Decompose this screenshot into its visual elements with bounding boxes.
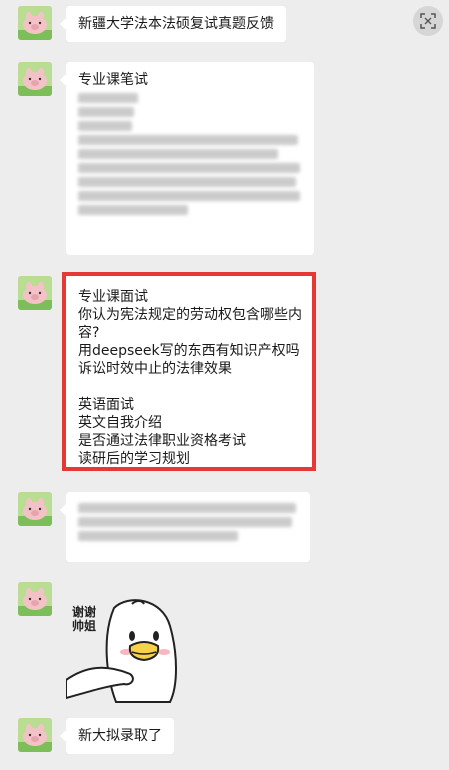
duck-sticker[interactable]: 谢谢 帅姐 (65, 596, 190, 704)
highlighted-message-bubble[interactable]: 专业课面试 你认为宪法规定的劳动权包含哪些内 容? 用deepseek写的东西有… (62, 272, 316, 471)
blurred-content (78, 93, 302, 215)
message-line: 专业课面试 (78, 289, 148, 305)
message-title: 专业课笔试 (78, 72, 148, 88)
message-line: 容? (78, 325, 100, 341)
message-bubble[interactable] (60, 492, 310, 562)
scan-icon (420, 13, 436, 29)
message-line: 是否通过法律职业资格考试 (78, 433, 246, 449)
avatar[interactable] (18, 6, 52, 40)
pig-avatar-icon (18, 718, 52, 752)
avatar[interactable] (18, 582, 52, 616)
message-line: 用deepseek写的东西有知识产权吗 (78, 343, 300, 359)
message-bubble[interactable]: 新疆大学法本法硕复试真题反馈 (60, 6, 286, 42)
avatar[interactable] (18, 492, 52, 526)
message-line: 你认为宪法规定的劳动权包含哪些内 (78, 307, 302, 323)
pig-avatar-icon (18, 62, 52, 96)
scan-button[interactable] (413, 6, 443, 36)
pig-avatar-icon (18, 276, 52, 310)
sticker-text: 谢谢 (72, 604, 96, 619)
pig-avatar-icon (18, 492, 52, 526)
message-line: 诉讼时效中止的法律效果 (78, 361, 232, 377)
avatar[interactable] (18, 276, 52, 310)
pig-avatar-icon (18, 6, 52, 40)
message-text: 新疆大学法本法硕复试真题反馈 (78, 16, 274, 32)
message-text: 新大拟录取了 (78, 728, 162, 744)
duck-sticker-image: 谢谢 帅姐 (65, 599, 177, 703)
blurred-content (78, 503, 298, 541)
message-line: 英文自我介绍 (78, 415, 162, 431)
message-line: 读研后的学习规划 (78, 451, 190, 467)
message-bubble[interactable]: 新大拟录取了 (60, 718, 174, 754)
message-line: 英语面试 (78, 397, 134, 413)
message-bubble[interactable]: 专业课笔试 (60, 62, 314, 255)
avatar[interactable] (18, 718, 52, 752)
avatar[interactable] (18, 62, 52, 96)
sticker-text: 帅姐 (72, 618, 96, 633)
pig-avatar-icon (18, 582, 52, 616)
